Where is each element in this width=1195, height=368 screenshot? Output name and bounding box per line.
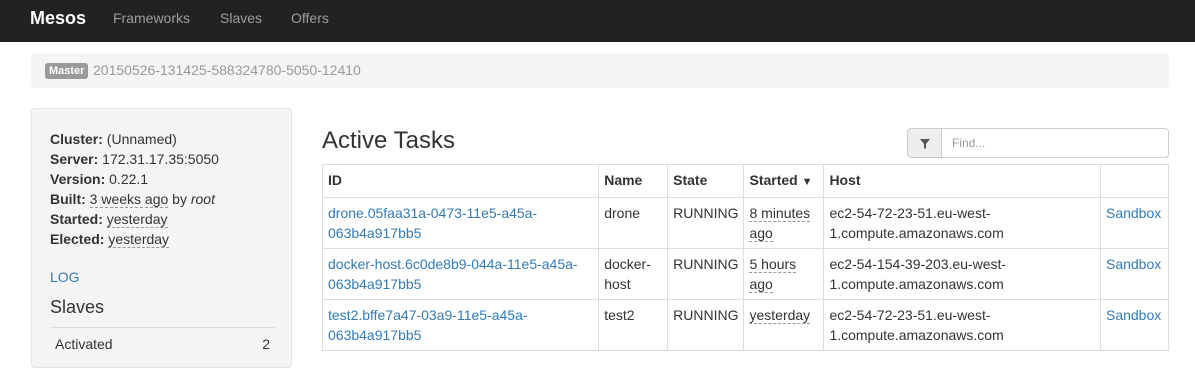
elected-value: yesterday <box>108 231 170 248</box>
table-header-row: ID Name State Started ▼ Host <box>321 164 1170 198</box>
task-id-part1: test2.bffe7a47-03a9-11e5-a45a- <box>328 307 528 323</box>
task-id-link[interactable]: docker-host.6c0de8b9-044a-11e5-a45a- 063b… <box>328 256 578 292</box>
cluster-line: Cluster: (Unnamed) <box>50 130 177 148</box>
version-line: Version: 0.22.1 <box>50 170 148 188</box>
col-action-header <box>1099 164 1170 198</box>
task-name-part1: docker- <box>604 256 651 272</box>
nav-slaves[interactable]: Slaves <box>220 10 262 26</box>
started-line: Started: yesterday <box>50 210 168 228</box>
task-host-cell: ec2-54-154-39-203.eu-west- 1.compute.amaz… <box>823 248 1101 300</box>
cluster-info-panel: Cluster: (Unnamed) Server: 172.31.17.35:… <box>31 108 292 368</box>
active-tasks-table: ID Name State Started ▼ Host drone.05faa… <box>321 164 1170 351</box>
task-started-part1: yesterday <box>749 307 811 324</box>
version-value: 0.22.1 <box>109 171 149 187</box>
table-row: docker-host.6c0de8b9-044a-11e5-a45a- 063b… <box>321 248 1170 300</box>
task-name-part1: test2 <box>604 307 635 323</box>
task-id-link[interactable]: test2.bffe7a47-03a9-11e5-a45a- 063b4a917b… <box>328 307 528 343</box>
task-id-cell: test2.bffe7a47-03a9-11e5-a45a- 063b4a917b… <box>321 299 600 351</box>
task-started-part2: ago <box>749 225 773 242</box>
task-started-cell: 5 hours ago <box>743 248 825 300</box>
task-host-part2: 1.compute.amazonaws.com <box>829 225 1004 241</box>
master-id: 20150526-131425-588324780-5050-12410 <box>93 62 361 78</box>
elected-label: Elected: <box>50 231 105 247</box>
task-host-part1: ec2-54-154-39-203.eu-west- <box>829 256 1007 272</box>
filter-icon <box>907 128 942 158</box>
col-name-header[interactable]: Name <box>598 164 669 198</box>
task-state: RUNNING <box>667 299 745 351</box>
slaves-heading: Slaves <box>50 297 105 317</box>
built-value: 3 weeks ago <box>89 191 169 208</box>
task-host-part1: ec2-54-72-23-51.eu-west- <box>829 205 991 221</box>
built-by: by <box>172 191 187 207</box>
built-user: root <box>190 191 215 207</box>
built-label: Built: <box>50 191 86 207</box>
task-started-cell: 8 minutes ago <box>743 197 825 249</box>
task-id-link[interactable]: drone.05faa31a-0473-11e5-a45a- 063b4a917b… <box>328 205 537 241</box>
task-name-part1: drone <box>604 205 641 221</box>
task-started-cell: yesterday <box>743 299 825 351</box>
sandbox-link[interactable]: Sandbox <box>1106 205 1161 221</box>
task-filter <box>907 128 1169 158</box>
started-value: yesterday <box>106 211 168 228</box>
log-link[interactable]: LOG <box>50 269 80 285</box>
sandbox-link[interactable]: Sandbox <box>1106 307 1161 323</box>
elected-line: Elected: yesterday <box>50 230 170 248</box>
task-started-part1: 8 minutes <box>749 205 811 222</box>
task-id-part1: docker-host.6c0de8b9-044a-11e5-a45a- <box>328 256 578 272</box>
cluster-label: Cluster: <box>50 131 103 147</box>
table-row: drone.05faa31a-0473-11e5-a45a- 063b4a917b… <box>321 197 1170 249</box>
server-value: 172.31.17.35:5050 <box>102 151 219 167</box>
slaves-activated-label: Activated <box>55 336 113 352</box>
task-name-cell: test2 <box>598 299 669 351</box>
built-line: Built: 3 weeks ago by root <box>50 190 215 208</box>
task-id-part2: 063b4a917bb5 <box>328 276 422 292</box>
col-started-label: Started <box>749 172 798 188</box>
version-label: Version: <box>50 171 106 187</box>
task-id-part2: 063b4a917bb5 <box>328 225 422 241</box>
task-name-cell: docker-host <box>598 248 669 300</box>
task-host-part2: 1.compute.amazonaws.com <box>829 327 1004 343</box>
task-started-part2: ago <box>749 276 773 293</box>
slaves-activated-count: 2 <box>262 336 270 352</box>
task-id-part1: drone.05faa31a-0473-11e5-a45a- <box>328 205 538 221</box>
server-line: Server: 172.31.17.35:5050 <box>50 150 219 168</box>
task-name-cell: drone <box>598 197 669 249</box>
nav-frameworks[interactable]: Frameworks <box>113 10 190 26</box>
task-action-cell: Sandbox <box>1099 248 1170 300</box>
task-state: RUNNING <box>667 248 745 300</box>
task-started-part1: 5 hours <box>749 256 797 273</box>
col-host-header[interactable]: Host <box>823 164 1101 198</box>
server-label: Server: <box>50 151 99 167</box>
task-id-cell: docker-host.6c0de8b9-044a-11e5-a45a- 063b… <box>321 248 600 300</box>
find-input[interactable] <box>941 128 1169 158</box>
task-id-part2: 063b4a917bb5 <box>328 327 422 343</box>
task-host-cell: ec2-54-72-23-51.eu-west- 1.compute.amazon… <box>823 197 1101 249</box>
col-started-header[interactable]: Started ▼ <box>743 164 825 198</box>
task-state: RUNNING <box>667 197 745 249</box>
table-row: test2.bffe7a47-03a9-11e5-a45a- 063b4a917b… <box>321 299 1170 351</box>
cluster-value: (Unnamed) <box>106 131 177 147</box>
task-name-part2: host <box>604 276 631 292</box>
task-action-cell: Sandbox <box>1099 197 1170 249</box>
task-host-cell: ec2-54-72-23-51.eu-west- 1.compute.amazon… <box>823 299 1101 351</box>
started-label: Started: <box>50 211 103 227</box>
col-id-header[interactable]: ID <box>321 164 600 198</box>
master-badge: Master <box>45 63 89 79</box>
top-navbar: Mesos Frameworks Slaves Offers <box>0 0 1195 42</box>
brand-logo[interactable]: Mesos <box>30 8 86 29</box>
sort-desc-icon: ▼ <box>801 176 813 188</box>
slaves-activated-row: Activated 2 <box>50 327 275 359</box>
task-host-part2: 1.compute.amazonaws.com <box>829 276 1004 292</box>
sandbox-link[interactable]: Sandbox <box>1106 256 1161 272</box>
task-id-cell: drone.05faa31a-0473-11e5-a45a- 063b4a917b… <box>321 197 600 249</box>
task-host-part1: ec2-54-72-23-51.eu-west- <box>829 307 991 323</box>
nav-offers[interactable]: Offers <box>291 10 329 26</box>
breadcrumb: Master 20150526-131425-588324780-5050-12… <box>31 53 1169 88</box>
active-tasks-title: Active Tasks <box>322 127 455 154</box>
col-state-header[interactable]: State <box>667 164 745 198</box>
task-action-cell: Sandbox <box>1099 299 1170 351</box>
